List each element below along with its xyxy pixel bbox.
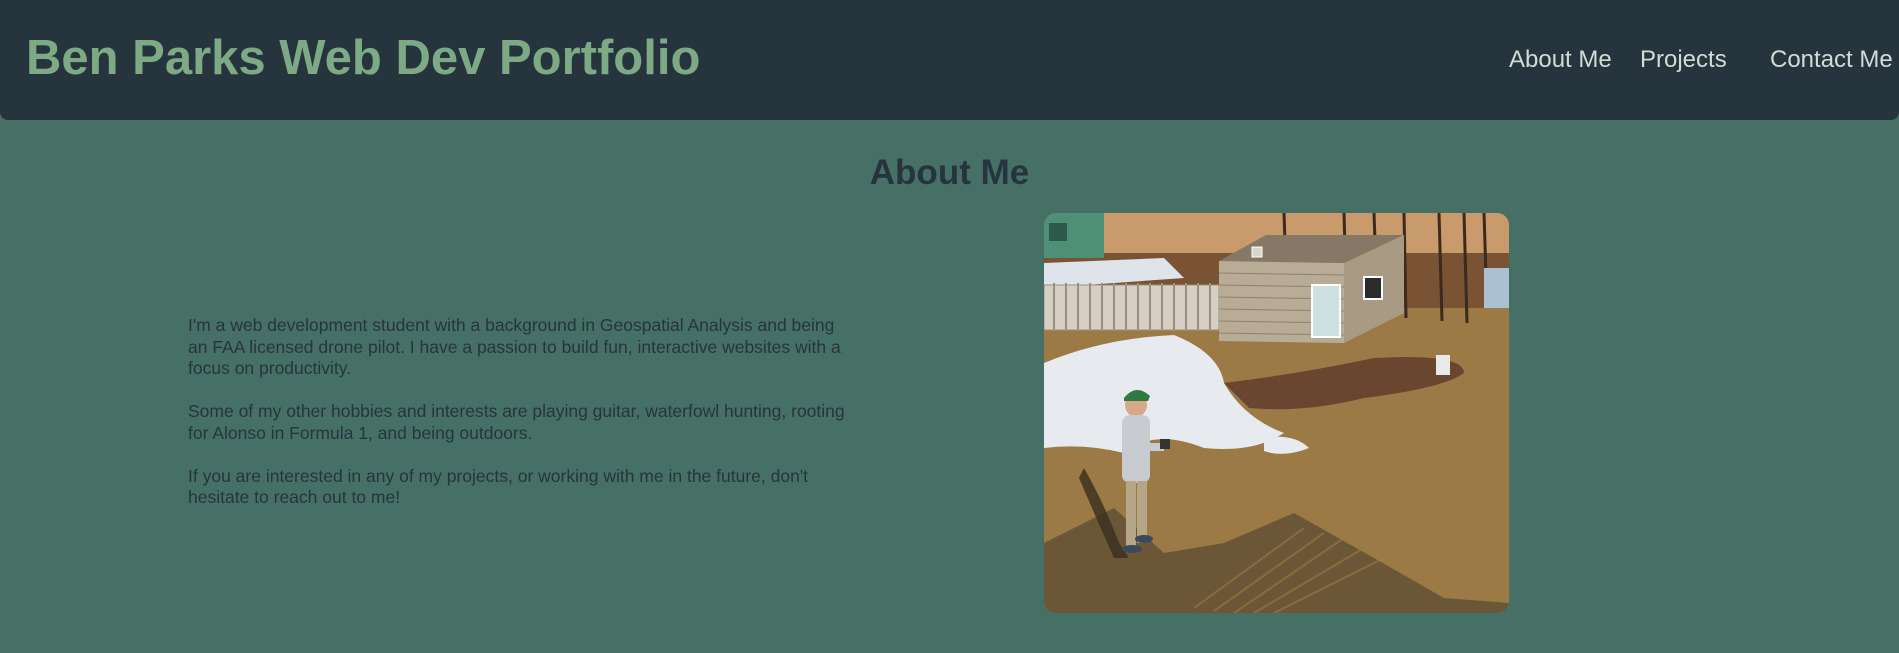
about-bio: I'm a web development student with a bac… (188, 315, 858, 530)
bio-paragraph-3: If you are interested in any of my proje… (188, 465, 809, 508)
backyard-drone-photo (1044, 213, 1509, 613)
bio-paragraph-2: Some of my other hobbies and interests a… (188, 401, 845, 443)
nav-link-about-me[interactable]: About Me (1509, 46, 1612, 74)
nav-link-contact-me[interactable]: Contact Me (1770, 46, 1893, 74)
nav-link-projects[interactable]: Projects (1640, 46, 1727, 74)
site-title: Ben Parks Web Dev Portfolio (26, 31, 701, 85)
site-header: Ben Parks Web Dev Portfolio About Me Pro… (0, 0, 1899, 120)
about-heading: About Me (869, 153, 1030, 192)
about-photo (1044, 213, 1509, 613)
bio-paragraph-1: I'm a web development student with a bac… (188, 315, 841, 378)
